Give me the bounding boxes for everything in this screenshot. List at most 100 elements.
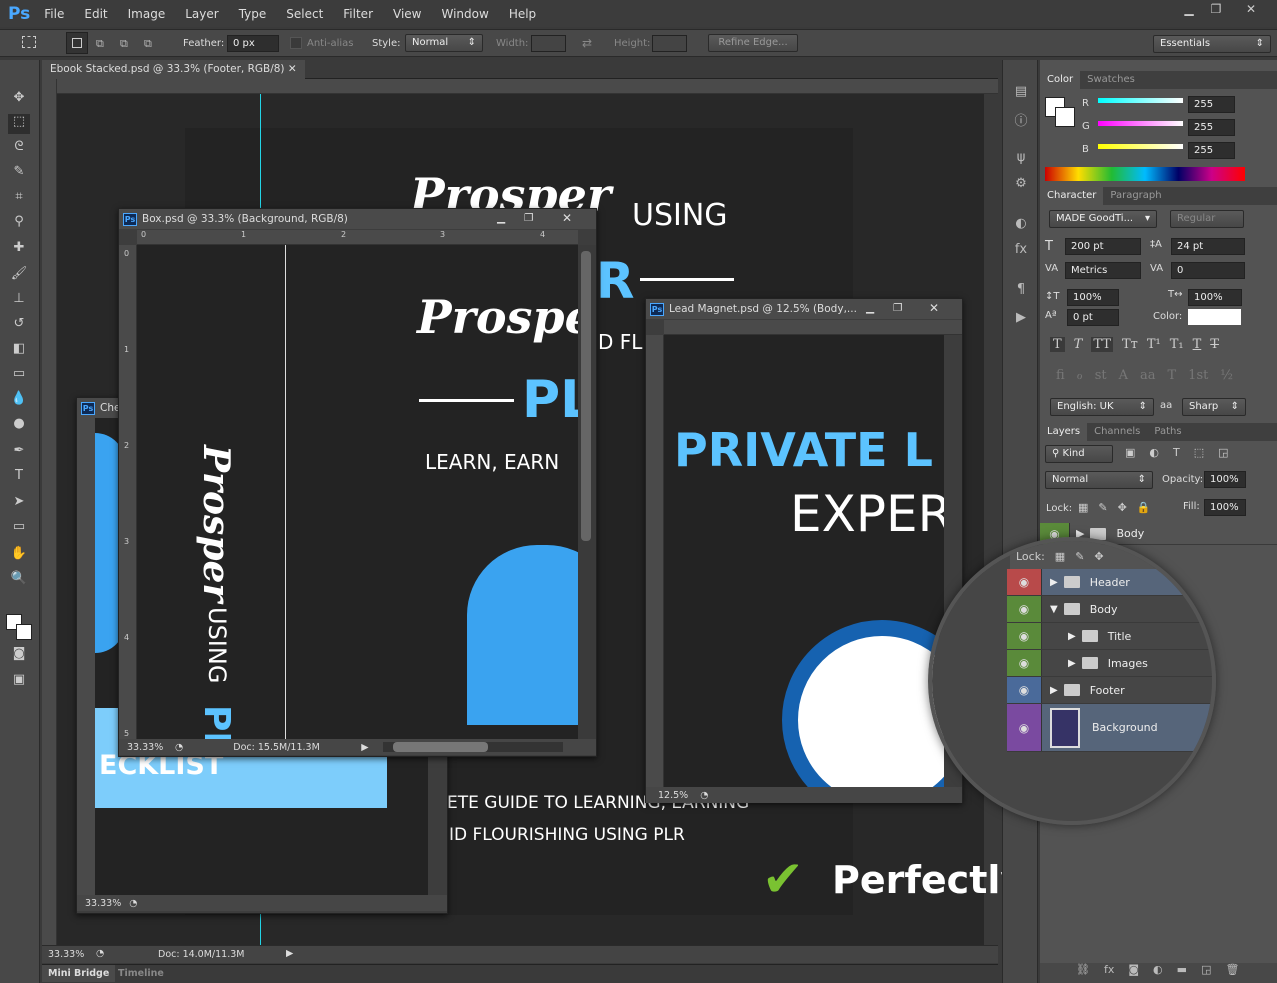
lock-all-icon[interactable]: 🔒 <box>1137 501 1151 514</box>
brush-presets-icon[interactable]: ψ <box>1011 150 1031 170</box>
styles-icon[interactable]: fx <box>1011 242 1031 262</box>
box-document-window[interactable]: Ps Box.psd @ 33.3% (Background, RGB/8) ▁ … <box>118 208 597 757</box>
stylistic-alternates-button[interactable]: aa <box>1140 368 1156 383</box>
width-input[interactable] <box>531 35 566 52</box>
type-filter-icon[interactable]: T <box>1173 446 1180 459</box>
restore-icon[interactable]: ❐ <box>524 212 533 224</box>
font-family-select[interactable]: MADE GoodTi... ▾ <box>1049 210 1157 228</box>
status-menu-arrow-icon[interactable]: ▶ <box>286 948 293 959</box>
faux-italic-button[interactable]: T <box>1074 337 1083 352</box>
tab-color[interactable]: Color <box>1040 71 1081 89</box>
history-icon[interactable]: ▤ <box>1011 84 1031 104</box>
close-tab-icon[interactable]: ✕ <box>288 63 297 75</box>
color-ramp[interactable] <box>1045 167 1245 181</box>
new-selection-icon[interactable] <box>66 32 88 54</box>
lead-canvas[interactable]: PRIVATE L EXPER <box>664 335 944 787</box>
layer-row-footer[interactable]: ◉ ▶ Footer <box>1007 677 1212 704</box>
superscript-button[interactable]: T¹ <box>1147 337 1161 352</box>
vertical-ruler[interactable] <box>646 335 664 787</box>
menu-edit[interactable]: Edit <box>84 7 107 21</box>
opacity-input[interactable]: 100% <box>1204 471 1246 488</box>
zoom-tool-icon[interactable]: 🔍 <box>8 571 30 591</box>
horizontal-ruler[interactable]: 0 1 2 3 4 <box>137 230 578 245</box>
expand-arrow-icon[interactable]: ▶ <box>1050 685 1058 696</box>
lock-position-icon[interactable]: ✥ <box>1118 501 1127 514</box>
blend-mode-select[interactable]: Normal ⇕ <box>1045 471 1153 489</box>
adjustment-filter-icon[interactable]: ◐ <box>1149 446 1159 459</box>
height-input[interactable] <box>652 35 687 52</box>
vertical-scrollbar[interactable] <box>578 245 596 739</box>
minimize-icon[interactable]: ▁ <box>866 302 874 314</box>
menu-filter[interactable]: Filter <box>343 7 373 21</box>
add-mask-icon[interactable]: ◙ <box>1128 963 1139 983</box>
path-select-icon[interactable]: ➤ <box>8 494 30 514</box>
tab-swatches[interactable]: Swatches <box>1080 71 1142 89</box>
zoom-level[interactable]: 33.33% <box>119 742 169 753</box>
underline-button[interactable]: T <box>1193 337 1202 352</box>
tab-mini-bridge[interactable]: Mini Bridge <box>42 965 116 982</box>
expand-arrow-icon[interactable]: ▶ <box>1068 658 1076 669</box>
pen-tool-icon[interactable]: ✒ <box>8 443 30 463</box>
menu-type[interactable]: Type <box>239 7 267 21</box>
layer-row-header[interactable]: ◉ ▶ Header <box>1007 569 1212 596</box>
status-info-icon[interactable]: ◔ <box>96 948 104 959</box>
menu-layer[interactable]: Layer <box>185 7 218 21</box>
language-select[interactable]: English: UK ⇕ <box>1050 398 1154 416</box>
r-slider[interactable] <box>1098 98 1183 103</box>
discretionary-ligatures-button[interactable]: st <box>1095 368 1107 383</box>
tab-timeline[interactable]: Timeline <box>118 968 164 979</box>
actions-play-icon[interactable]: ▶ <box>1011 310 1031 330</box>
tab-layers[interactable]: Layers <box>1040 423 1088 441</box>
close-icon[interactable]: ✕ <box>929 301 939 315</box>
restore-icon[interactable]: ❐ <box>1205 2 1227 18</box>
font-style-select[interactable]: Regular <box>1170 210 1244 228</box>
expand-arrow-icon[interactable]: ▼ <box>1050 604 1058 615</box>
eraser-tool-icon[interactable]: ◧ <box>8 341 30 361</box>
tab-paragraph[interactable]: Paragraph <box>1103 187 1168 205</box>
layer-row-title[interactable]: ◉ ▶ Title <box>1007 623 1212 650</box>
dodge-tool-icon[interactable]: ● <box>8 416 30 436</box>
status-info-icon[interactable]: ◔ <box>129 898 137 909</box>
ordinals-button[interactable]: 1st <box>1188 368 1208 383</box>
minimize-icon[interactable]: ▁ <box>497 212 505 224</box>
quick-mask-icon[interactable]: ◙ <box>8 646 30 666</box>
subscript-button[interactable]: T₁ <box>1170 337 1184 352</box>
delete-layer-icon[interactable]: 🗑 <box>1225 963 1239 983</box>
screen-mode-icon[interactable]: ▣ <box>8 672 30 692</box>
all-caps-button[interactable]: TT <box>1091 337 1113 352</box>
menu-window[interactable]: Window <box>441 7 488 21</box>
tool-presets-icon[interactable]: ⚙ <box>1011 176 1031 196</box>
subtract-selection-icon[interactable]: ⧉ <box>120 37 128 51</box>
leading-input[interactable]: 24 pt <box>1171 238 1245 255</box>
font-size-input[interactable]: 200 pt <box>1065 238 1141 255</box>
history-brush-icon[interactable]: ↺ <box>8 316 30 336</box>
gradient-tool-icon[interactable]: ▭ <box>8 366 30 386</box>
lock-pixels-icon[interactable]: ✎ <box>1075 550 1084 563</box>
style-select[interactable]: Normal ⇕ <box>405 34 483 52</box>
b-input[interactable]: 255 <box>1188 142 1235 159</box>
tab-character[interactable]: Character <box>1040 187 1104 205</box>
intersect-selection-icon[interactable]: ⧉ <box>144 37 152 51</box>
marquee-tool-icon[interactable] <box>22 36 36 48</box>
swash-button[interactable]: A <box>1119 368 1128 383</box>
feather-input[interactable]: 0 px <box>227 35 279 52</box>
status-info-icon[interactable]: ◔ <box>175 742 183 753</box>
blur-tool-icon[interactable]: 💧 <box>8 391 30 411</box>
text-color-swatch[interactable] <box>1188 309 1241 325</box>
scrollbar-thumb[interactable] <box>581 251 591 541</box>
visibility-eye-icon[interactable]: ◉ <box>1007 569 1042 595</box>
menu-help[interactable]: Help <box>509 7 536 21</box>
box-window-titlebar[interactable]: Ps Box.psd @ 33.3% (Background, RGB/8) ▁ … <box>119 209 596 229</box>
tracking-input[interactable]: 0 <box>1171 262 1245 279</box>
lock-pixels-icon[interactable]: ✎ <box>1098 501 1107 514</box>
visibility-eye-icon[interactable]: ◉ <box>1007 704 1042 751</box>
lead-magnet-document-window[interactable]: Ps Lead Magnet.psd @ 12.5% (Body,... ▁ ❐ … <box>645 298 963 803</box>
close-icon[interactable]: ✕ <box>562 211 572 225</box>
tab-ebook-stacked[interactable]: Ebook Stacked.psd @ 33.3% (Footer, RGB/8… <box>42 60 305 79</box>
kerning-input[interactable]: Metrics <box>1065 262 1141 279</box>
brush-tool-icon[interactable]: 🖌 <box>8 266 30 286</box>
layer-row-body[interactable]: ◉ ▼ Body <box>1007 596 1212 623</box>
tab-paths[interactable]: Paths <box>1147 423 1188 441</box>
g-input[interactable]: 255 <box>1188 119 1235 136</box>
shape-filter-icon[interactable]: ⬚ <box>1194 446 1204 459</box>
